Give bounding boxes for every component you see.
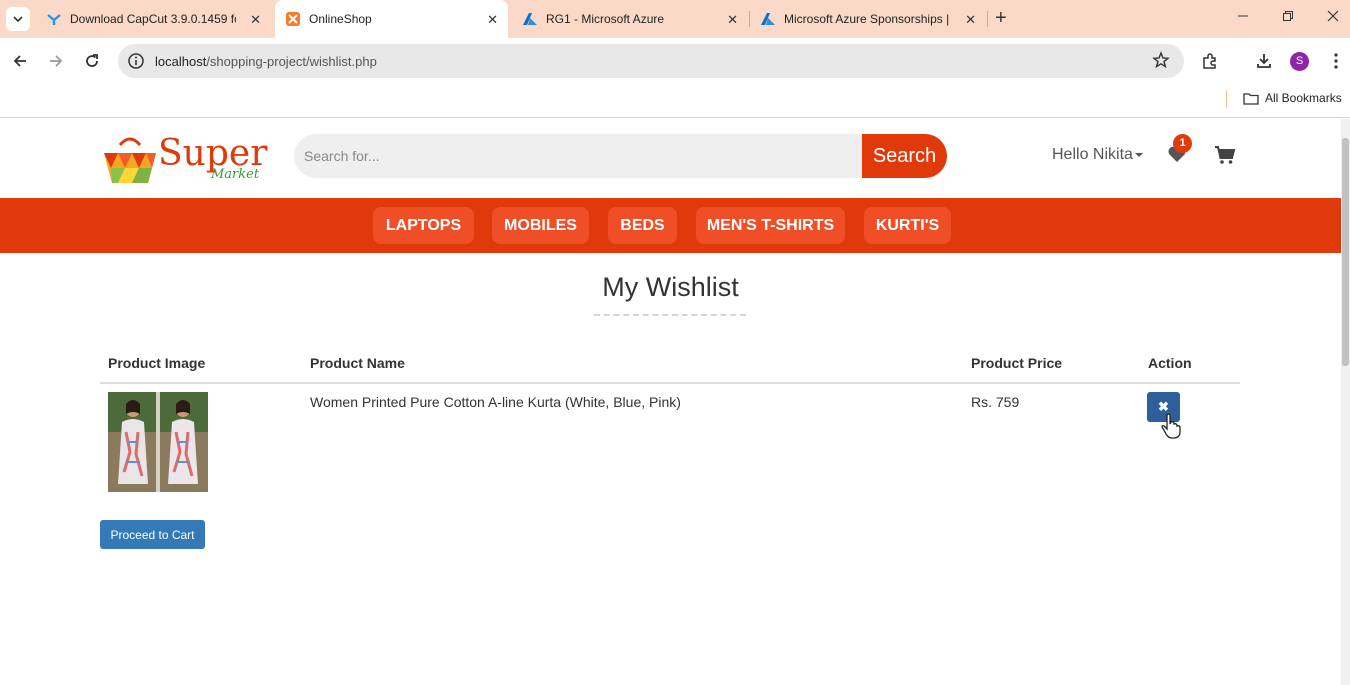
url-path: /shopping-project/wishlist.php xyxy=(206,54,377,69)
tab-onlineshop[interactable]: OnlineShop ✕ xyxy=(275,0,508,38)
extensions-icon[interactable] xyxy=(1200,51,1220,71)
tab-capcut[interactable]: Download CapCut 3.9.0.1459 fo ✕ xyxy=(36,0,271,38)
download-icon[interactable] xyxy=(1254,51,1274,71)
tab-rg1-azure[interactable]: RG1 - Microsoft Azure ✕ xyxy=(512,0,748,38)
product-price: Rs. 759 xyxy=(971,394,1020,410)
close-tab-icon[interactable]: ✕ xyxy=(487,12,498,28)
greeting-text: Hello Nikita xyxy=(1052,146,1133,163)
more-menu-icon[interactable] xyxy=(1326,51,1346,71)
cart-icon[interactable] xyxy=(1214,145,1236,165)
logo-mark xyxy=(104,137,156,183)
user-menu[interactable]: Hello Nikita xyxy=(1052,146,1143,164)
product-image[interactable] xyxy=(108,392,208,492)
close-tab-icon[interactable]: ✕ xyxy=(250,12,261,28)
azure-icon xyxy=(760,11,776,27)
tab-title: Download CapCut 3.9.0.1459 fo xyxy=(70,12,236,26)
bookmarks-separator xyxy=(1226,90,1227,108)
category-mobiles[interactable]: MOBILES xyxy=(492,207,589,244)
all-bookmarks-button[interactable]: All Bookmarks xyxy=(1243,91,1342,105)
azure-icon xyxy=(522,11,538,27)
column-header-action: Action xyxy=(1148,355,1192,371)
tab-title: RG1 - Microsoft Azure xyxy=(546,12,665,26)
all-bookmarks-label: All Bookmarks xyxy=(1265,91,1342,105)
category-beds[interactable]: BEDS xyxy=(608,207,677,244)
hand-cursor-icon xyxy=(1161,413,1181,439)
product-name[interactable]: Women Printed Pure Cotton A-line Kurta (… xyxy=(310,394,681,410)
restore-icon[interactable] xyxy=(1282,9,1294,26)
browser-toolbar: localhost/shopping-project/wishlist.php … xyxy=(0,38,1350,84)
folder-icon xyxy=(1243,92,1259,105)
logo-sub: Market xyxy=(211,167,260,182)
close-tab-icon[interactable]: ✕ xyxy=(965,12,976,28)
bookmarks-bar: All Bookmarks xyxy=(0,84,1350,118)
column-header-image: Product Image xyxy=(108,355,206,371)
scrollbar-thumb[interactable] xyxy=(1342,138,1349,366)
minimize-icon[interactable] xyxy=(1237,9,1249,26)
profile-avatar[interactable]: S xyxy=(1290,52,1309,71)
capcut-icon xyxy=(46,11,62,27)
close-window-icon[interactable] xyxy=(1327,9,1339,26)
caret-down-icon xyxy=(1134,152,1143,157)
page-title: My Wishlist xyxy=(602,272,739,302)
chevron-down-icon xyxy=(13,16,23,22)
column-header-price: Product Price xyxy=(971,355,1063,371)
category-bar: LAPTOPS MOBILES BEDS MEN'S T-SHIRTS KURT… xyxy=(0,198,1341,253)
browser-tab-bar: Download CapCut 3.9.0.1459 fo ✕ OnlineSh… xyxy=(0,0,1350,38)
proceed-to-cart-button[interactable]: Proceed to Cart xyxy=(100,520,205,549)
search-input[interactable] xyxy=(294,134,874,178)
new-tab-button[interactable]: + xyxy=(995,8,1007,28)
tab-title: OnlineShop xyxy=(309,12,372,26)
url-text[interactable]: localhost/shopping-project/wishlist.php xyxy=(155,54,377,69)
tab-azure-sponsorships[interactable]: Microsoft Azure Sponsorships | ✕ xyxy=(750,0,986,38)
back-icon[interactable] xyxy=(10,51,30,71)
search-bar: Search xyxy=(294,134,947,178)
forward-icon[interactable] xyxy=(46,51,66,71)
site-info-icon[interactable] xyxy=(126,51,146,71)
tab-search-button[interactable] xyxy=(6,7,30,31)
table-header-divider xyxy=(100,382,1240,384)
address-bar[interactable]: localhost/shopping-project/wishlist.php xyxy=(118,44,1184,78)
category-laptops[interactable]: LAPTOPS xyxy=(373,207,474,244)
tab-separator xyxy=(987,11,988,27)
wishlist-count-badge: 1 xyxy=(1173,134,1192,153)
xampp-icon xyxy=(285,11,301,27)
category-kurtis[interactable]: KURTI'S xyxy=(864,207,951,244)
url-host: localhost xyxy=(155,54,207,69)
column-header-name: Product Name xyxy=(310,355,405,371)
title-underline xyxy=(594,314,746,316)
bookmark-star-icon[interactable] xyxy=(1152,51,1170,74)
close-tab-icon[interactable]: ✕ xyxy=(727,12,738,28)
tab-title: Microsoft Azure Sponsorships | xyxy=(784,12,949,26)
search-button[interactable]: Search xyxy=(862,134,947,178)
web-page: Super Market Search Hello Nikita 1 LAPTO… xyxy=(0,119,1341,685)
site-logo[interactable]: Super Market xyxy=(100,131,270,187)
category-mens-tshirts[interactable]: MEN'S T-SHIRTS xyxy=(696,207,845,244)
reload-icon[interactable] xyxy=(82,51,102,71)
